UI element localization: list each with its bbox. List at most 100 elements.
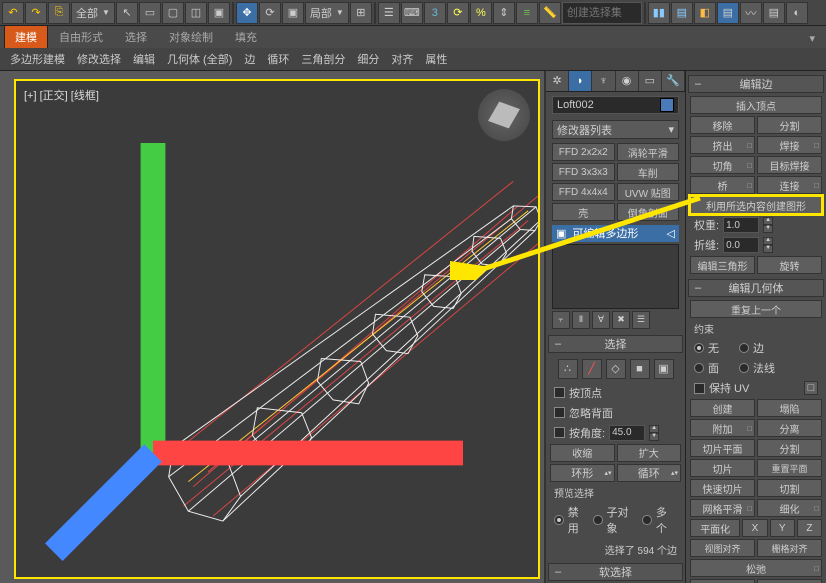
btn-turbosmooth[interactable]: 涡轮平滑 xyxy=(617,143,680,161)
select-manipulate-icon[interactable]: ☰ xyxy=(378,2,400,24)
btn-hide-sel[interactable]: 隐藏选定对象 xyxy=(690,579,755,583)
btn-split[interactable]: 分割 xyxy=(757,116,822,134)
crease-input[interactable] xyxy=(723,237,759,253)
btn-chamfer[interactable]: 切角 xyxy=(690,156,755,174)
radio-preview-off[interactable] xyxy=(554,515,564,525)
btn-weld[interactable]: 焊接 xyxy=(757,136,822,154)
btn-ffd3[interactable]: FFD 3x3x3 xyxy=(552,163,615,181)
mirror-icon[interactable]: ▮▮ xyxy=(648,2,670,24)
tab-modeling[interactable]: 建模 xyxy=(4,25,48,48)
btn-chamfer-profile[interactable]: 倒角剖面 xyxy=(617,203,680,221)
btn-loop[interactable]: 循环▴▾ xyxy=(617,464,682,482)
btn-ffd4[interactable]: FFD 4x4x4 xyxy=(552,183,615,201)
spinner-snap-icon[interactable]: ⇕ xyxy=(493,2,515,24)
btn-create-shape-from-selection[interactable]: 利用所选内容创建图形 xyxy=(690,196,822,214)
radio-preview-sub[interactable] xyxy=(593,515,603,525)
chk-by-vertex[interactable] xyxy=(554,387,565,398)
ribbon-edges[interactable]: 边 xyxy=(238,49,261,69)
ribbon-subdiv[interactable]: 细分 xyxy=(351,49,385,69)
link-icon[interactable]: ⎘ xyxy=(48,2,70,24)
btn-slice-plane[interactable]: 切片平面 xyxy=(690,439,755,457)
btn-view-align[interactable]: 视图对齐 xyxy=(690,539,755,557)
make-unique-icon[interactable]: ∀ xyxy=(592,311,610,329)
btn-attach[interactable]: 附加 xyxy=(690,419,755,437)
rollout-selection[interactable]: 选择 xyxy=(548,335,683,353)
radio-constr-normal[interactable] xyxy=(739,363,749,373)
show-end-icon[interactable]: Ⅱ xyxy=(572,311,590,329)
coord-space-dropdown[interactable]: 局部▼ xyxy=(305,2,349,24)
radio-constr-none[interactable] xyxy=(694,343,704,353)
modifier-stack[interactable] xyxy=(552,244,679,309)
align-icon[interactable]: ▤ xyxy=(671,2,693,24)
angle-snap-icon[interactable]: ⟳ xyxy=(447,2,469,24)
move-icon[interactable]: ✥ xyxy=(236,2,258,24)
btn-grow[interactable]: 扩大 xyxy=(617,444,682,462)
angle-input[interactable] xyxy=(609,425,645,441)
btn-insert-vertex[interactable]: 插入顶点 xyxy=(690,96,822,114)
chk-ignore-back[interactable] xyxy=(554,407,565,418)
pivot-icon[interactable]: ⊞ xyxy=(350,2,372,24)
btn-unhide-all[interactable]: 全部取消隐藏 xyxy=(757,579,822,583)
ribbon-align[interactable]: 对齐 xyxy=(385,49,419,69)
select-rect-icon[interactable]: ▢ xyxy=(162,2,184,24)
edit-set-icon[interactable]: ≡ xyxy=(516,2,538,24)
btn-rotate[interactable]: 旋转 xyxy=(757,256,822,274)
scale-icon[interactable]: ▣ xyxy=(282,2,304,24)
weight-spinner[interactable]: ▲▼ xyxy=(763,217,773,233)
ribbon-collapse-icon[interactable]: ▾ xyxy=(798,28,826,48)
btn-extrude[interactable]: 挤出 xyxy=(690,136,755,154)
keyboard-icon[interactable]: ⌨ xyxy=(401,2,423,24)
color-swatch[interactable] xyxy=(660,98,674,112)
subobj-poly-icon[interactable]: ■ xyxy=(630,359,650,379)
weight-input[interactable] xyxy=(723,217,759,233)
ruler-icon[interactable]: 📏 xyxy=(539,2,561,24)
rollout-edit-edges[interactable]: 编辑边 xyxy=(688,75,824,93)
subobj-edge-icon[interactable]: ╱ xyxy=(582,359,602,379)
btn-planar-y[interactable]: Y xyxy=(770,519,795,537)
btn-detach[interactable]: 分离 xyxy=(757,419,822,437)
redo-icon[interactable]: ↷ xyxy=(25,2,47,24)
ribbon-modify-sel[interactable]: 修改选择 xyxy=(71,49,127,69)
undo-icon[interactable]: ↶ xyxy=(2,2,24,24)
selection-filter-dropdown[interactable]: 全部▼ xyxy=(71,2,115,24)
schematic-icon[interactable]: ▤ xyxy=(763,2,785,24)
cursor-icon[interactable]: ↖ xyxy=(116,2,138,24)
tab-display-icon[interactable]: ▭ xyxy=(639,71,662,91)
expand-icon[interactable]: ▣ xyxy=(556,227,566,240)
viewcube-icon[interactable] xyxy=(478,89,530,141)
btn-split2[interactable]: 分割 xyxy=(757,439,822,457)
tab-utilities-icon[interactable]: 🔧 xyxy=(662,71,685,91)
subobj-vertex-icon[interactable]: ∴ xyxy=(558,359,578,379)
chk-by-angle[interactable] xyxy=(554,427,565,438)
btn-collapse[interactable]: 塌陷 xyxy=(757,399,822,417)
btn-target-weld[interactable]: 目标焊接 xyxy=(757,156,822,174)
crease-spinner[interactable]: ▲▼ xyxy=(763,237,773,253)
ribbon-loops[interactable]: 循环 xyxy=(261,49,295,69)
subobj-element-icon[interactable]: ▣ xyxy=(654,359,674,379)
layers-icon[interactable]: ◧ xyxy=(694,2,716,24)
btn-ffd2[interactable]: FFD 2x2x2 xyxy=(552,143,615,161)
curve-editor-icon[interactable]: 〰 xyxy=(740,2,762,24)
material-icon[interactable]: ◐ xyxy=(786,2,808,24)
ribbon-tri[interactable]: 三角剖分 xyxy=(295,49,351,69)
tab-modify-icon[interactable]: ◗ xyxy=(569,71,592,91)
btn-planar-z[interactable]: Z xyxy=(797,519,822,537)
ribbon-geom-all[interactable]: 几何体 (全部) xyxy=(161,49,238,69)
rollout-edit-geometry[interactable]: 编辑几何体 xyxy=(688,279,824,297)
rollout-soft-selection[interactable]: 软选择 xyxy=(548,563,683,581)
viewport[interactable]: [+] [正交] [线框] xyxy=(14,79,540,579)
rotate-icon[interactable]: ⟳ xyxy=(259,2,281,24)
btn-uvwmap[interactable]: UVW 贴图 xyxy=(617,183,680,201)
tab-create-icon[interactable]: ✲ xyxy=(546,71,569,91)
radio-preview-multi[interactable] xyxy=(642,515,652,525)
btn-edit-tri[interactable]: 编辑三角形 xyxy=(690,256,755,274)
btn-grid-align[interactable]: 栅格对齐 xyxy=(757,539,822,557)
object-name-field[interactable]: Loft002 xyxy=(552,96,679,115)
btn-remove[interactable]: 移除 xyxy=(690,116,755,134)
modifier-list-dropdown[interactable]: 修改器列表▾ xyxy=(552,120,679,139)
subobj-border-icon[interactable]: ◇ xyxy=(606,359,626,379)
snap-icon[interactable]: 3 xyxy=(424,2,446,24)
tab-motion-icon[interactable]: ◉ xyxy=(616,71,639,91)
btn-bridge[interactable]: 桥 xyxy=(690,176,755,194)
btn-planar-x[interactable]: X xyxy=(742,519,767,537)
